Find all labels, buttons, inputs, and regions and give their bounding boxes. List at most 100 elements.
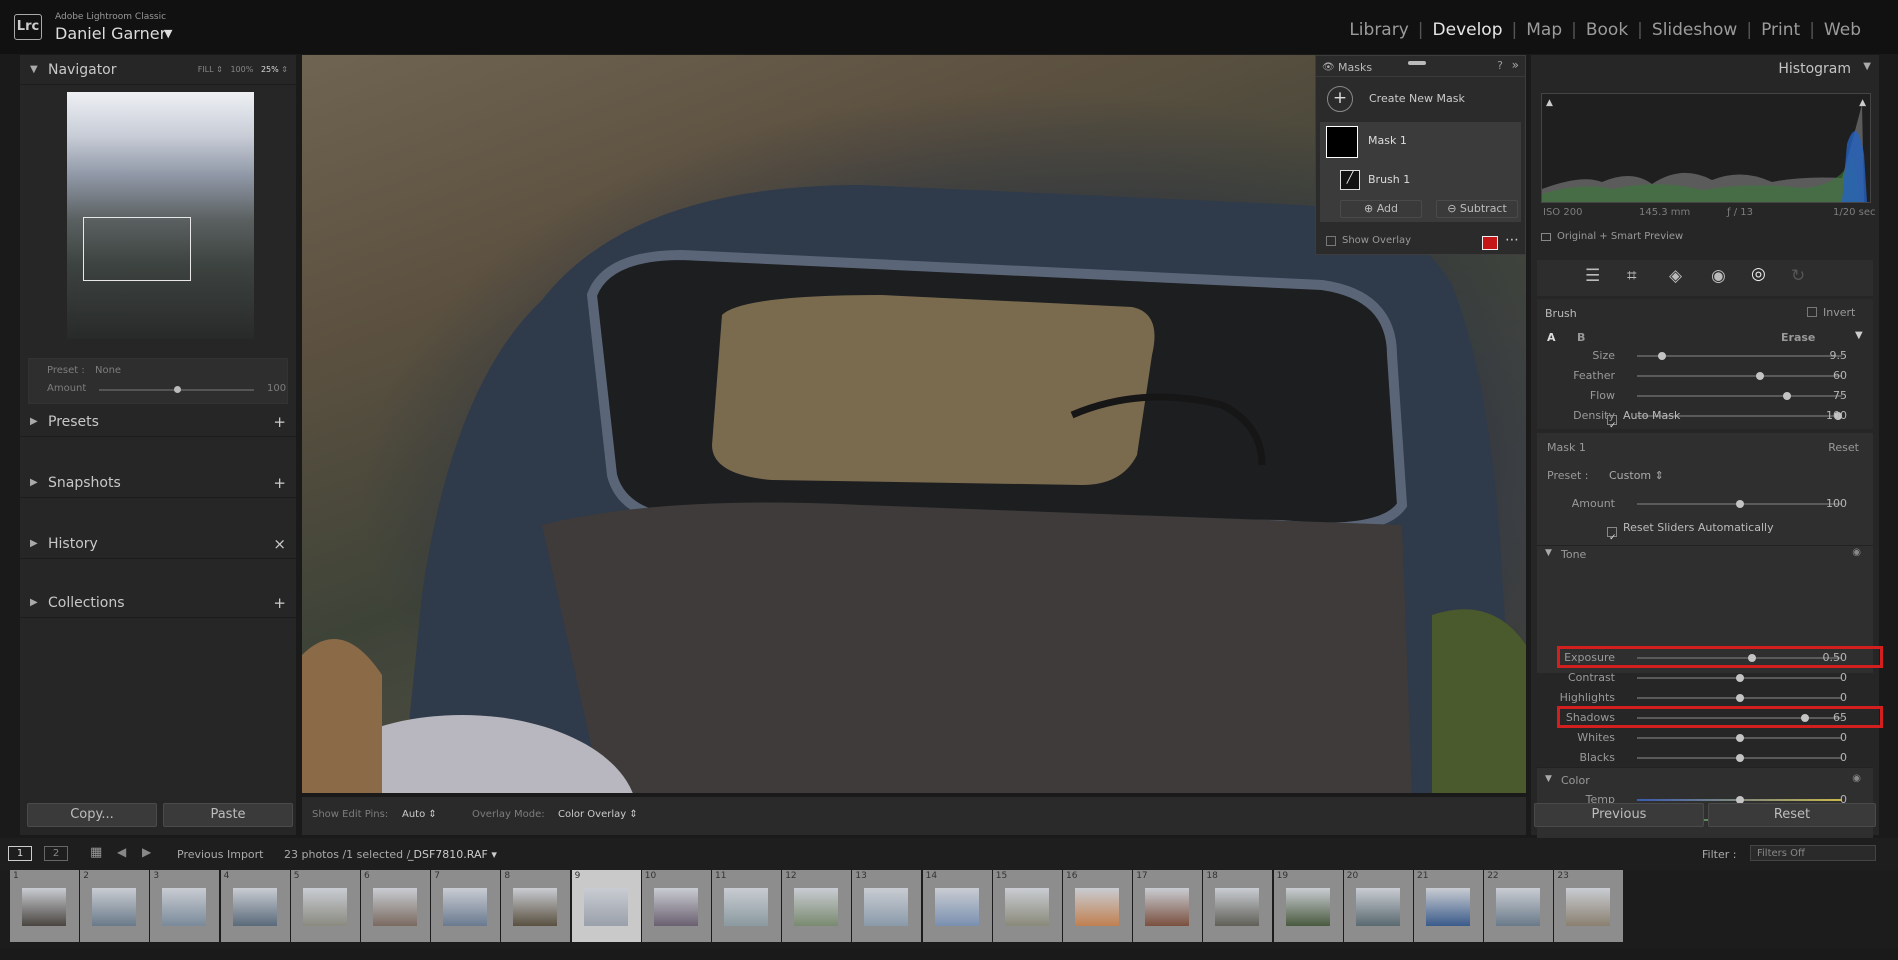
slider-value[interactable]: 65 bbox=[1833, 711, 1847, 724]
filmstrip-cell[interactable]: 14 bbox=[922, 870, 992, 942]
tone-collapse-icon[interactable]: ▼ bbox=[1545, 548, 1552, 558]
filmstrip-cell[interactable]: 8 bbox=[501, 870, 571, 942]
photo-thumbnail[interactable] bbox=[1566, 888, 1611, 926]
filmstrip-cell[interactable]: 17 bbox=[1133, 870, 1203, 942]
photo-thumbnail[interactable] bbox=[1215, 888, 1260, 926]
mask-reset[interactable]: Reset bbox=[1828, 441, 1859, 454]
module-slideshow[interactable]: Slideshow bbox=[1643, 20, 1746, 40]
photo-thumbnail[interactable] bbox=[934, 888, 979, 926]
slider-value[interactable]: 0 bbox=[1840, 751, 1847, 764]
photo-thumbnail[interactable] bbox=[232, 888, 277, 926]
photo-thumbnail[interactable] bbox=[373, 888, 417, 926]
filmstrip-cell[interactable]: 1 bbox=[10, 870, 79, 942]
photo-thumbnail[interactable] bbox=[1075, 888, 1119, 926]
amount-slider-knob[interactable] bbox=[173, 386, 181, 393]
healing-icon[interactable]: ◈ bbox=[1669, 266, 1682, 286]
slider-value[interactable]: 0 bbox=[1840, 691, 1847, 704]
filmstrip-cell[interactable]: 20 bbox=[1343, 870, 1413, 942]
user-name[interactable]: Daniel Garner bbox=[55, 24, 166, 43]
blacks-slider[interactable] bbox=[1637, 754, 1842, 762]
slider-knob[interactable] bbox=[1747, 654, 1756, 662]
shadow-clip-icon[interactable]: ▲ bbox=[1546, 98, 1553, 108]
brush-erase[interactable]: Erase bbox=[1781, 331, 1815, 344]
create-mask-icon[interactable]: + bbox=[1327, 86, 1353, 112]
back-arrow-icon[interactable]: ◀ bbox=[117, 845, 126, 859]
copy-button[interactable]: Copy... bbox=[27, 803, 157, 827]
photo-thumbnail[interactable] bbox=[864, 888, 909, 926]
filmstrip-cell[interactable]: 6 bbox=[361, 870, 430, 942]
filmstrip-cell[interactable]: 16 bbox=[1063, 870, 1132, 942]
photo-thumbnail[interactable] bbox=[1145, 888, 1190, 926]
filmstrip-cell[interactable]: 21 bbox=[1414, 870, 1483, 942]
navigator-thumbnail[interactable] bbox=[67, 92, 254, 339]
slider-knob[interactable] bbox=[1735, 734, 1744, 742]
slider-knob[interactable] bbox=[1801, 714, 1810, 722]
photo-thumbnail[interactable] bbox=[1496, 888, 1541, 926]
filmstrip-cell[interactable]: 13 bbox=[852, 870, 922, 942]
masking-icon[interactable]: ◎ bbox=[1751, 264, 1766, 284]
slider-value[interactable]: 0 bbox=[1840, 671, 1847, 684]
filter-select[interactable]: Filters Off bbox=[1750, 845, 1876, 861]
photo-thumbnail[interactable] bbox=[1426, 888, 1470, 926]
module-library[interactable]: Library bbox=[1340, 20, 1417, 40]
slider-value[interactable]: 75 bbox=[1833, 389, 1847, 402]
panel-history[interactable]: ▶ History × bbox=[20, 529, 296, 559]
module-develop[interactable]: Develop bbox=[1424, 20, 1512, 40]
module-map[interactable]: Map bbox=[1517, 20, 1571, 40]
panel-action-icon[interactable]: + bbox=[273, 407, 286, 437]
photo-thumbnail[interactable] bbox=[443, 888, 488, 926]
slider-value[interactable]: 60 bbox=[1833, 369, 1847, 382]
slider-value[interactable]: 9.5 bbox=[1830, 349, 1848, 362]
collapse-triangle-icon[interactable]: ▼ bbox=[30, 55, 38, 85]
slider-value[interactable]: 100 bbox=[1826, 409, 1847, 422]
amount-slider[interactable] bbox=[99, 386, 254, 393]
navigator-zoom-options[interactable]: FILL ⇕ 100% 25% ⇕ bbox=[198, 55, 288, 85]
highlights-slider[interactable] bbox=[1637, 694, 1842, 702]
brush-b[interactable]: B bbox=[1577, 331, 1585, 344]
filmstrip-cell[interactable]: 15 bbox=[992, 870, 1062, 942]
collapse-icon[interactable]: » bbox=[1512, 58, 1519, 72]
slider-knob[interactable] bbox=[1756, 372, 1764, 380]
tone-eye-icon[interactable]: ◉ bbox=[1852, 547, 1861, 558]
expand-triangle-icon[interactable]: ▶ bbox=[30, 407, 38, 437]
brush-icon[interactable]: ╱ bbox=[1340, 170, 1360, 190]
mask-thumbnail[interactable] bbox=[1326, 126, 1358, 158]
photo-thumbnail[interactable] bbox=[653, 888, 698, 926]
mask-preset-value[interactable]: Custom ⇕ bbox=[1609, 469, 1664, 482]
color-collapse-icon[interactable]: ▼ bbox=[1545, 774, 1552, 784]
drag-handle-icon[interactable] bbox=[1408, 61, 1426, 65]
file-name[interactable]: _DSF7810.RAF ▾ bbox=[408, 848, 497, 861]
filmstrip-cell[interactable]: 3 bbox=[150, 870, 220, 942]
slider-knob[interactable] bbox=[1735, 754, 1744, 762]
crop-icon[interactable]: ⌗ bbox=[1627, 266, 1637, 286]
slider-knob[interactable] bbox=[1657, 352, 1666, 360]
filmstrip-cell[interactable]: 23 bbox=[1554, 870, 1624, 942]
module-print[interactable]: Print bbox=[1752, 20, 1809, 40]
filmstrip-cell[interactable]: 12 bbox=[782, 870, 852, 942]
expand-triangle-icon[interactable]: ▶ bbox=[30, 588, 38, 618]
overlay-mode-select[interactable]: Color Overlay ⇕ bbox=[558, 809, 638, 820]
slider-knob[interactable] bbox=[1735, 500, 1744, 508]
histogram[interactable]: ▲ ▲ bbox=[1541, 93, 1871, 203]
size-slider[interactable] bbox=[1637, 352, 1842, 360]
brush-name[interactable]: Brush 1 bbox=[1368, 173, 1410, 186]
invert-checkbox[interactable] bbox=[1807, 307, 1817, 317]
slider-value[interactable]: 0.50 bbox=[1823, 651, 1848, 664]
photo-thumbnail[interactable] bbox=[1285, 888, 1330, 926]
add-button[interactable]: ⊕ Add bbox=[1340, 200, 1422, 218]
slider-knob[interactable] bbox=[1735, 694, 1744, 702]
panel-presets[interactable]: ▶ Presets + bbox=[20, 407, 296, 437]
overlay-color-swatch[interactable] bbox=[1482, 236, 1498, 250]
forward-arrow-icon[interactable]: ▶ bbox=[142, 845, 151, 859]
color-eye-icon[interactable]: ◉ bbox=[1852, 773, 1861, 784]
filmstrip-cell[interactable]: 9 bbox=[571, 870, 641, 942]
slider-value[interactable]: 0 bbox=[1840, 731, 1847, 744]
previous-button[interactable]: Previous bbox=[1534, 803, 1704, 827]
slider-knob[interactable] bbox=[1782, 392, 1791, 400]
mask-amount-value[interactable]: 100 bbox=[1826, 497, 1847, 510]
show-overlay-checkbox[interactable] bbox=[1326, 236, 1336, 246]
paste-button[interactable]: Paste bbox=[163, 803, 293, 827]
reset-button[interactable]: Reset bbox=[1708, 803, 1876, 827]
flow-slider[interactable] bbox=[1637, 392, 1842, 400]
eye-icon[interactable]: 👁 bbox=[1322, 62, 1335, 73]
